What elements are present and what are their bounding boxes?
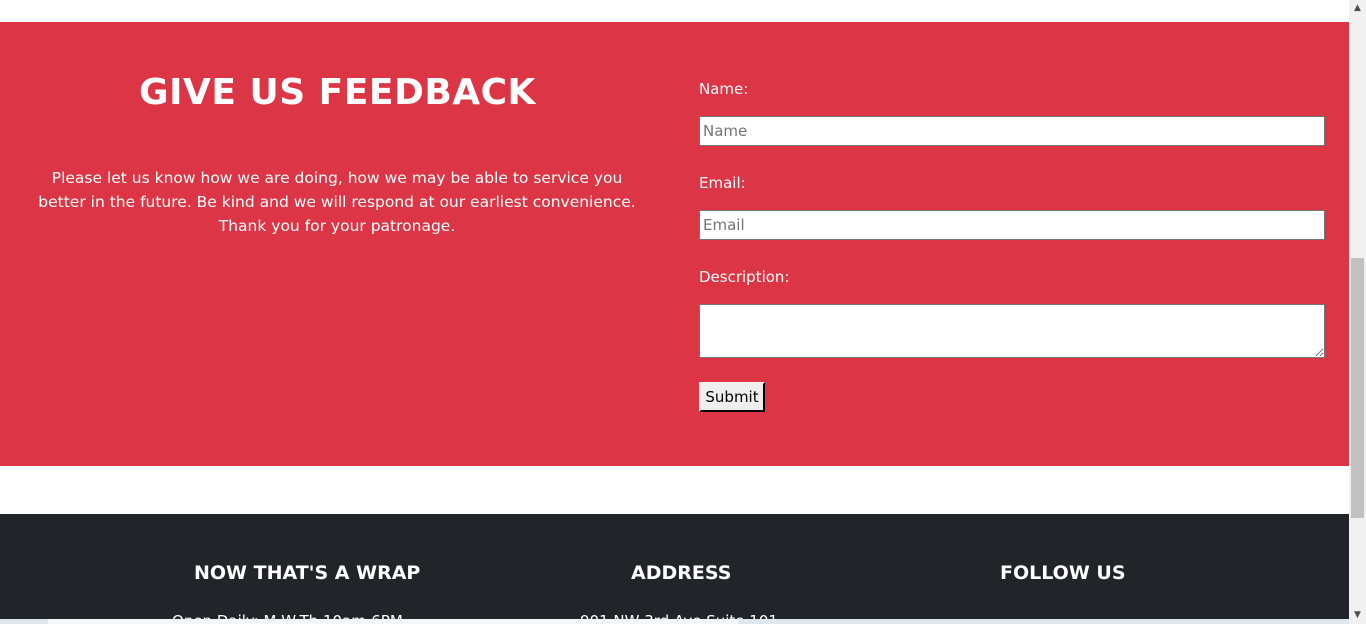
horizontal-scroll-thumb[interactable]: [48, 619, 738, 624]
description-textarea[interactable]: [699, 304, 1325, 358]
email-label: Email:: [699, 174, 746, 192]
description-label: Description:: [699, 268, 790, 286]
footer-heading-wrap: NOW THAT'S A WRAP: [194, 562, 421, 584]
page-viewport: GIVE US FEEDBACK Please let us know how …: [0, 0, 1349, 624]
name-input[interactable]: [699, 116, 1325, 146]
name-label: Name:: [699, 80, 749, 98]
feedback-title: GIVE US FEEDBACK: [139, 72, 536, 113]
arrow-up-icon[interactable]: ▲: [1349, 0, 1366, 17]
arrow-down-icon[interactable]: ▼: [1349, 607, 1366, 624]
email-input[interactable]: [699, 210, 1325, 240]
footer-heading-follow: FOLLOW US: [1000, 562, 1126, 584]
feedback-description: Please let us know how we are doing, how…: [38, 169, 636, 235]
feedback-section: GIVE US FEEDBACK Please let us know how …: [0, 22, 1349, 466]
footer-heading-address: ADDRESS: [631, 562, 732, 584]
footer: NOW THAT'S A WRAP Open Daily: M-W-Th 10a…: [0, 514, 1349, 624]
submit-button[interactable]: Submit: [699, 382, 765, 412]
vertical-scrollbar[interactable]: ▲ ▼: [1349, 0, 1366, 624]
scrollbar-thumb[interactable]: [1351, 258, 1364, 518]
